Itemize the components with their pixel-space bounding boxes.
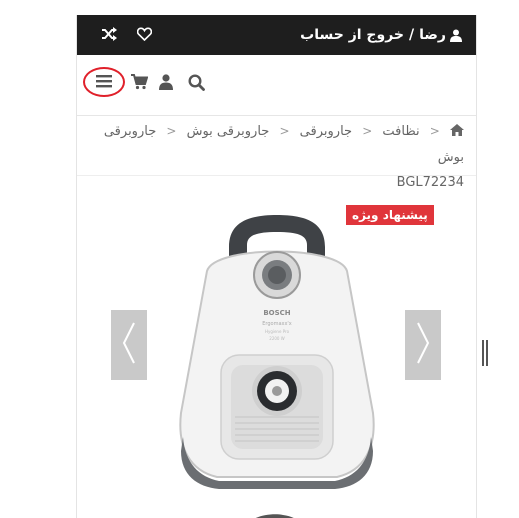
thumbnail-peek bbox=[255, 514, 294, 518]
chevron-icon: < bbox=[429, 124, 440, 138]
page-scrollbar[interactable] bbox=[482, 340, 490, 366]
chevron-icon: < bbox=[166, 124, 177, 138]
breadcrumb-item[interactable]: جاروبرقی bbox=[300, 124, 352, 139]
breadcrumb-current: BGL72234 bbox=[396, 175, 464, 190]
menu-icon bbox=[96, 73, 112, 92]
username: رضا bbox=[419, 27, 446, 43]
heart-icon[interactable] bbox=[136, 26, 153, 45]
breadcrumb-item[interactable]: جاروبرقی بوش bbox=[187, 124, 270, 139]
chevron-left-icon bbox=[122, 321, 136, 369]
model-label: Ergomaxx'x bbox=[262, 321, 292, 327]
top-bar-actions bbox=[101, 15, 153, 55]
divider bbox=[77, 175, 476, 176]
search-icon[interactable] bbox=[188, 74, 205, 91]
user-icon[interactable] bbox=[159, 74, 173, 90]
top-bar: رضا / خروج از حساب bbox=[77, 15, 476, 55]
product-image: BOSCH Ergomaxx'x Hygiene Pro 2200 W bbox=[179, 215, 375, 489]
special-offer-badge: پیشنهاد ویژه bbox=[346, 205, 434, 225]
carousel-next-button[interactable] bbox=[405, 310, 441, 380]
sub-label: 2200 W bbox=[269, 336, 284, 341]
home-icon[interactable] bbox=[450, 120, 464, 145]
menu-button[interactable] bbox=[83, 67, 125, 97]
account-link[interactable]: رضا / خروج از حساب bbox=[300, 15, 462, 55]
cart-icon[interactable] bbox=[131, 74, 148, 90]
mobile-frame: رضا / خروج از حساب < نظافت < جاروبرقی < … bbox=[76, 15, 477, 518]
chevron-right-icon bbox=[416, 321, 430, 369]
carousel-prev-button[interactable] bbox=[111, 310, 147, 380]
user-icon bbox=[450, 29, 462, 42]
chevron-icon: < bbox=[279, 124, 290, 138]
brand-label: BOSCH bbox=[263, 309, 290, 317]
shuffle-icon[interactable] bbox=[101, 26, 117, 45]
chevron-icon: < bbox=[362, 124, 373, 138]
detail-label: Hygiene Pro bbox=[265, 329, 290, 334]
logout-link[interactable]: خروج از حساب bbox=[300, 27, 404, 43]
breadcrumb: < نظافت < جاروبرقی < جاروبرقی بوش < جارو… bbox=[87, 119, 464, 195]
username-separator: / bbox=[409, 27, 415, 43]
breadcrumb-item[interactable]: نظافت bbox=[382, 124, 419, 139]
